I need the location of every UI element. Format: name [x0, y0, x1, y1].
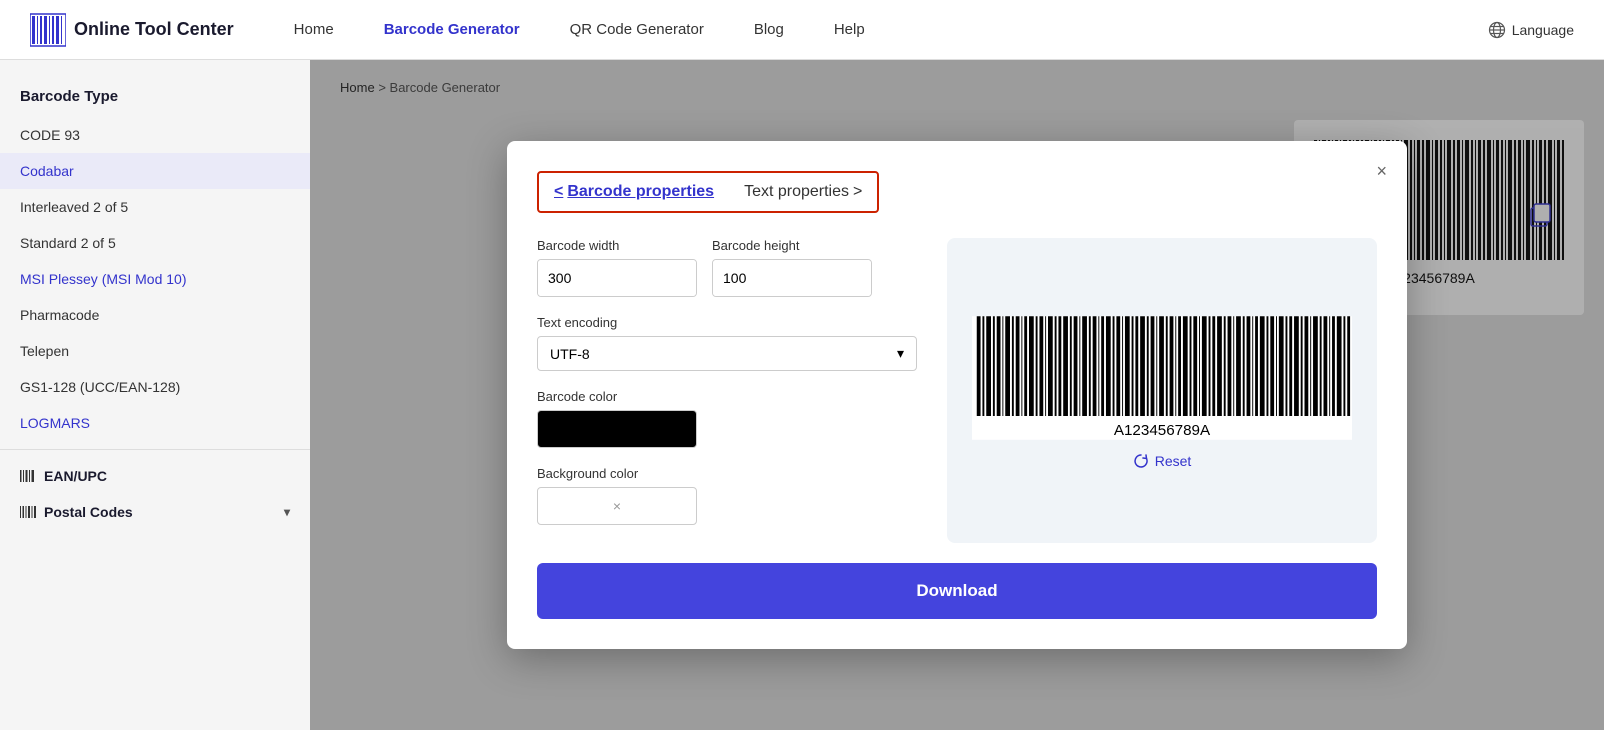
- logo[interactable]: Online Tool Center: [30, 12, 234, 48]
- text-encoding-select[interactable]: UTF-8 ▾: [537, 336, 917, 371]
- sidebar-divider-1: [0, 449, 310, 450]
- reset-icon: [1133, 453, 1149, 469]
- header: Online Tool Center Home Barcode Generato…: [0, 0, 1604, 60]
- download-button[interactable]: Download: [537, 563, 1377, 619]
- barcode-height-input[interactable]: [713, 260, 872, 296]
- tab-barcode-properties[interactable]: < Barcode properties: [554, 183, 714, 201]
- sidebar-item-telepen[interactable]: Telepen: [0, 333, 310, 369]
- sidebar-item-pharmacode[interactable]: Pharmacode: [0, 297, 310, 333]
- barcode-height-spinner: ▲ ▼: [712, 259, 872, 297]
- barcode-color-group: Barcode color: [537, 389, 917, 448]
- logo-icon: [30, 12, 66, 48]
- content-area: Home > Barcode Generator: [310, 60, 1604, 730]
- background-color-clear[interactable]: ×: [613, 498, 621, 514]
- sidebar-item-msi[interactable]: MSI Plessey (MSI Mod 10): [0, 261, 310, 297]
- nav-qr-code[interactable]: QR Code Generator: [570, 21, 704, 38]
- nav-barcode-generator[interactable]: Barcode Generator: [384, 21, 520, 38]
- modal-body: Barcode width ▲ ▼ Barcode height: [537, 238, 1377, 543]
- barcode-width-spinner: ▲ ▼: [537, 259, 697, 297]
- sidebar-item-standard2of5[interactable]: Standard 2 of 5: [0, 225, 310, 261]
- sidebar-item-interleaved[interactable]: Interleaved 2 of 5: [0, 189, 310, 225]
- svg-text:A123456789A: A123456789A: [1114, 422, 1211, 439]
- tab-text-arrow: >: [853, 183, 862, 201]
- background-color-group: Background color ×: [537, 466, 917, 525]
- postal-barcode-icon: [20, 504, 36, 520]
- dimension-fields: Barcode width ▲ ▼ Barcode height: [537, 238, 917, 315]
- logo-text: Online Tool Center: [74, 19, 234, 40]
- text-encoding-label: Text encoding: [537, 315, 917, 330]
- sidebar-item-logmars[interactable]: LOGMARS: [0, 405, 310, 441]
- modal-close-button[interactable]: ×: [1376, 161, 1387, 182]
- reset-button[interactable]: Reset: [1133, 453, 1192, 469]
- barcode-height-label: Barcode height: [712, 238, 872, 253]
- tab-text-properties[interactable]: Text properties >: [744, 183, 862, 201]
- modal-dialog: × < Barcode properties Text properties >: [507, 141, 1407, 649]
- modal-tabs: < Barcode properties Text properties >: [537, 171, 879, 213]
- barcode-color-picker[interactable]: [537, 410, 697, 448]
- barcode-width-label: Barcode width: [537, 238, 697, 253]
- barcode-color-label: Barcode color: [537, 389, 917, 404]
- text-encoding-group: Text encoding UTF-8 ▾: [537, 315, 917, 371]
- modal-form: Barcode width ▲ ▼ Barcode height: [537, 238, 917, 543]
- nav-help[interactable]: Help: [834, 21, 865, 38]
- sidebar-group-postal-label: Postal Codes: [44, 504, 133, 520]
- main-layout: Barcode Type CODE 93 Codabar Interleaved…: [0, 60, 1604, 730]
- globe-icon: [1488, 21, 1506, 39]
- main-nav: Home Barcode Generator QR Code Generator…: [294, 21, 1488, 38]
- barcode-preview-area: A123456789A Reset: [947, 238, 1377, 543]
- sidebar-group-ean-label: EAN/UPC: [44, 468, 107, 484]
- encoding-dropdown-arrow: ▾: [897, 345, 904, 362]
- tab-text-label: Text properties: [744, 183, 849, 201]
- sidebar-group-ean[interactable]: EAN/UPC: [0, 458, 310, 494]
- barcode-width-group: Barcode width ▲ ▼: [537, 238, 697, 297]
- sidebar: Barcode Type CODE 93 Codabar Interleaved…: [0, 60, 310, 730]
- text-encoding-value: UTF-8: [550, 346, 590, 362]
- nav-home[interactable]: Home: [294, 21, 334, 38]
- barcode-preview-svg: A123456789A: [972, 313, 1352, 443]
- sidebar-group-postal[interactable]: Postal Codes ▾: [0, 494, 310, 530]
- language-selector[interactable]: Language: [1488, 21, 1574, 39]
- barcode-height-group: Barcode height ▲ ▼: [712, 238, 872, 297]
- nav-blog[interactable]: Blog: [754, 21, 784, 38]
- barcode-width-input[interactable]: [538, 260, 697, 296]
- sidebar-item-code93[interactable]: CODE 93: [0, 117, 310, 153]
- reset-label: Reset: [1155, 453, 1192, 469]
- tab-barcode-arrow: <: [554, 183, 563, 201]
- barcode-small-icon: [20, 468, 36, 484]
- postal-chevron: ▾: [284, 505, 290, 519]
- tab-barcode-label: Barcode properties: [567, 183, 714, 201]
- background-color-picker[interactable]: ×: [537, 487, 697, 525]
- sidebar-item-codabar[interactable]: Codabar: [0, 153, 310, 189]
- language-label: Language: [1512, 22, 1574, 38]
- sidebar-title: Barcode Type: [0, 80, 310, 117]
- background-color-label: Background color: [537, 466, 917, 481]
- sidebar-item-gs1128[interactable]: GS1-128 (UCC/EAN-128): [0, 369, 310, 405]
